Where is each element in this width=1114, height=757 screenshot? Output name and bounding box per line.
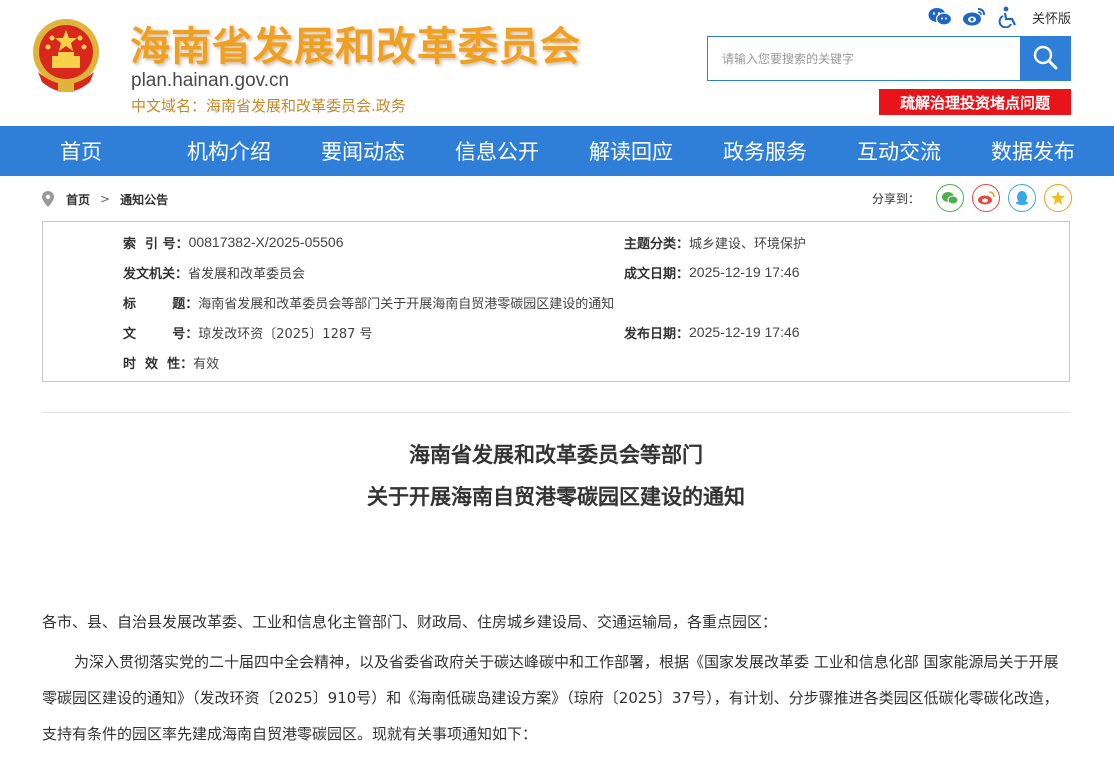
document-paragraph-intro: 为深入贯彻落实党的二十届四中全会精神，以及省委省政府关于碳达峰碳中和工作部署，根… (42, 653, 1059, 743)
search-input[interactable] (708, 37, 1020, 80)
metadata-table: 索 引 号： 00817382-X/2025-05506 主题分类： 城乡建设、… (42, 221, 1070, 382)
search-icon (1032, 44, 1058, 73)
nav-item-home[interactable]: 首页 (0, 126, 162, 176)
site-header: 海南省发展和改革委员会 plan.hainan.gov.cn 中文域名：海南省发… (0, 0, 1114, 126)
document-paragraph-recipients: 各市、县、自治县发展改革委、工业和信息化主管部门、财政局、住房城乡建设局、交通运… (42, 613, 778, 631)
site-cn-domain: 中文域名：海南省发展和改革委员会.政务 (131, 97, 406, 115)
document-title-line1: 海南省发展和改革委员会等部门 (409, 442, 703, 467)
meta-docno: 文 号： 琼发改环资〔2025〕1287 号 (123, 326, 373, 342)
wechat-icon[interactable] (928, 6, 952, 28)
share-weibo-icon[interactable] (972, 184, 1000, 212)
meta-index: 索 引 号： 00817382-X/2025-05506 (123, 234, 344, 252)
breadcrumb-separator: > (100, 192, 111, 206)
emblem-icon[interactable] (28, 16, 104, 98)
meta-topic: 主题分类： 城乡建设、环境保护 (624, 236, 807, 252)
breadcrumb: 首页 > 通知公告 分享到： (42, 184, 1072, 214)
nav-item-interpretation[interactable]: 解读回应 (564, 126, 698, 176)
share-label: 分享到： (871, 191, 920, 206)
breadcrumb-current[interactable]: 通知公告 (120, 191, 168, 208)
site-domain: plan.hainan.gov.cn (131, 70, 290, 91)
nav-item-about[interactable]: 机构介绍 (162, 126, 296, 176)
meta-title: 标 题： 海南省发展和改革委员会等部门关于开展海南自贸港零碳园区建设的通知 (123, 296, 615, 312)
meta-issuer: 发文机关： 省发展和改革委员会 (123, 266, 306, 282)
nav-item-news[interactable]: 要闻动态 (296, 126, 430, 176)
share-qq-icon[interactable] (1008, 184, 1036, 212)
nav-item-disclosure[interactable]: 信息公开 (430, 126, 564, 176)
weibo-icon[interactable] (962, 6, 986, 28)
search-box (707, 36, 1071, 81)
meta-created: 成文日期： 2025-12-19 17:46 (624, 264, 800, 282)
meta-validity: 时 效 性： 有效 (123, 356, 220, 372)
breadcrumb-home[interactable]: 首页 (66, 191, 90, 208)
site-title: 海南省发展和改革委员会 (130, 24, 581, 70)
search-button[interactable] (1020, 37, 1070, 80)
location-pin-icon (42, 191, 56, 207)
nav-item-interaction[interactable]: 互动交流 (832, 126, 966, 176)
divider (42, 412, 1070, 413)
care-mode-link[interactable]: 关怀版 (1032, 8, 1071, 27)
nav-item-services[interactable]: 政务服务 (698, 126, 832, 176)
share-bar: 分享到： (872, 184, 1072, 212)
share-favorite-icon[interactable] (1044, 184, 1072, 212)
share-wechat-icon[interactable] (936, 184, 964, 212)
nav-item-data[interactable]: 数据发布 (966, 126, 1100, 176)
promo-banner[interactable]: 疏解治理投资堵点问题 (879, 89, 1071, 115)
main-nav: 首页 机构介绍 要闻动态 信息公开 解读回应 政务服务 互动交流 数据发布 (0, 126, 1114, 176)
meta-published: 发布日期： 2025-12-19 17:46 (624, 324, 800, 342)
document-title-line2: 关于开展海南自贸港零碳园区建设的通知 (367, 484, 745, 509)
accessibility-icon[interactable] (996, 6, 1020, 28)
top-tools: 关怀版 (928, 6, 1071, 28)
